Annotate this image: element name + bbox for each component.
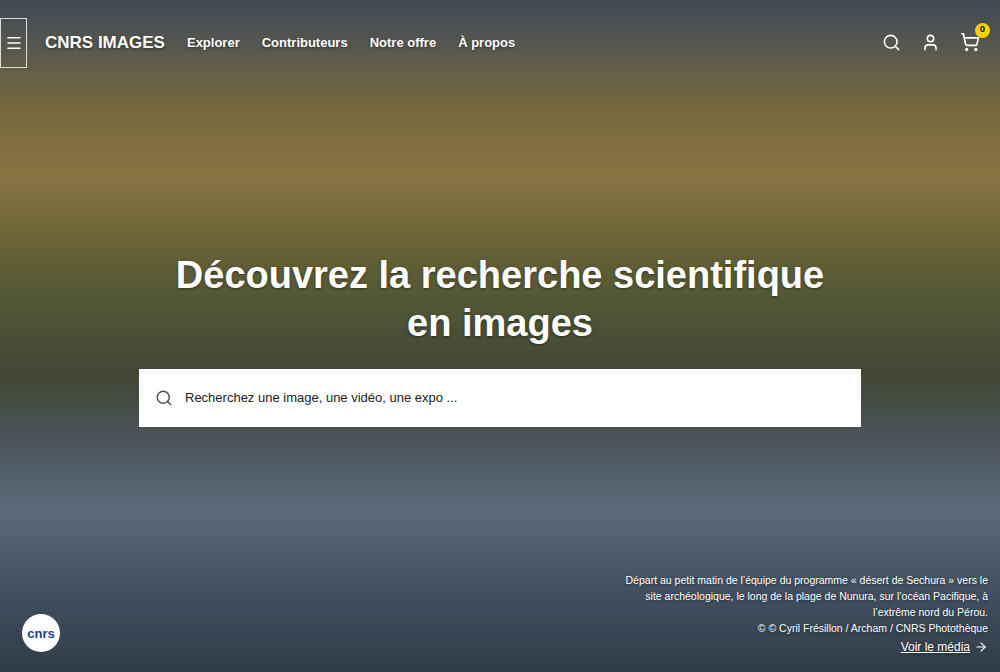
media-link[interactable]: Voir le média: [901, 638, 988, 656]
hero: Découvrez la recherche scientifiqueen im…: [0, 85, 1000, 427]
menu-button[interactable]: [0, 18, 27, 68]
search-icon: [155, 389, 173, 407]
hero-heading: Découvrez la recherche scientifiqueen im…: [176, 251, 824, 347]
cnrs-logo[interactable]: cnrs: [22, 614, 60, 652]
arrow-right-icon: [974, 640, 988, 654]
main-nav: Explorer Contributeurs Notre offre À propos: [187, 33, 515, 53]
account-icon[interactable]: [921, 33, 940, 52]
caption-text: Départ au petit matin de l’équipe du pro…: [616, 572, 988, 620]
search-placeholder: Recherchez une image, une vidéo, une exp…: [185, 388, 457, 408]
search-field[interactable]: Recherchez une image, une vidéo, une exp…: [139, 369, 861, 427]
nav-item[interactable]: Notre offre: [370, 33, 436, 53]
menu-icon: [5, 34, 23, 52]
media-caption: Départ au petit matin de l’équipe du pro…: [616, 572, 988, 656]
top-bar: CNRS IMAGES Explorer Contributeurs Notre of…: [0, 0, 1000, 85]
cart-button[interactable]: 0: [960, 32, 982, 54]
nav-item[interactable]: À propos: [458, 33, 515, 53]
caption-credit: © © Cyril Frésillon / Archam / CNRS Phot…: [758, 620, 988, 636]
home-page: CNRS IMAGES Explorer Contributeurs Notre of…: [0, 0, 1000, 672]
nav-item[interactable]: Explorer: [187, 33, 240, 53]
cart-badge: 0: [975, 23, 990, 38]
nav-item[interactable]: Contributeurs: [262, 33, 348, 53]
brand-link[interactable]: CNRS IMAGES: [45, 30, 165, 56]
search-icon[interactable]: [882, 33, 901, 52]
